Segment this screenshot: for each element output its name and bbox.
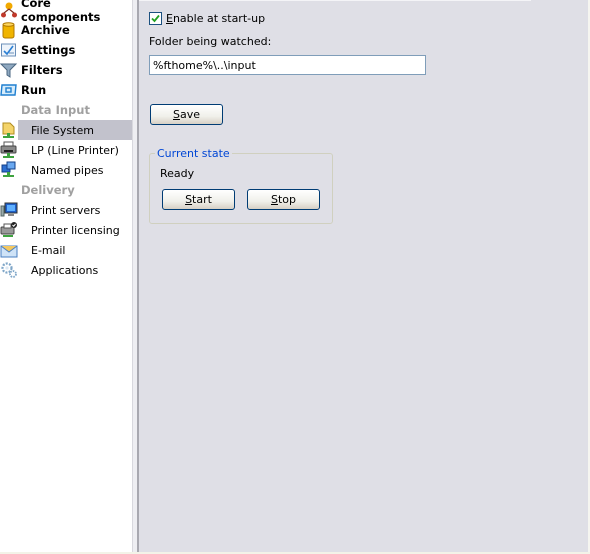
top-highlight-line — [139, 0, 531, 1]
checkbox-box[interactable] — [149, 12, 162, 25]
sidebar-item-label: File System — [31, 123, 94, 137]
sidebar-item-run[interactable]: Run — [0, 80, 132, 100]
button-label: top — [277, 193, 296, 206]
run-icon — [0, 81, 18, 99]
archive-icon — [0, 21, 18, 39]
printer-licensing-icon — [0, 221, 18, 239]
sidebar-item-label: Archive — [21, 23, 70, 37]
button-label: ave — [179, 108, 200, 121]
start-button[interactable]: Start — [162, 189, 235, 210]
label-text: nable at start-up — [172, 12, 266, 25]
current-state-title: Current state — [155, 147, 232, 160]
print-server-icon — [0, 201, 18, 219]
sidebar-item-label: Printer licensing — [31, 223, 120, 237]
enable-at-startup-label: Enable at start-up — [166, 12, 265, 25]
sidebar-group-delivery: Delivery — [21, 183, 75, 197]
save-button[interactable]: Save — [150, 104, 223, 125]
sidebar-item-printer-licensing[interactable]: Printer licensing — [0, 220, 132, 240]
settings-icon — [0, 41, 18, 59]
sidebar-item-label: Applications — [31, 263, 99, 277]
checkmark-icon — [151, 14, 160, 23]
sidebar-item-filters[interactable]: Filters — [0, 60, 132, 80]
mnemonic-letter: S — [270, 193, 278, 206]
sidebar-item-file-system[interactable]: File System — [0, 120, 132, 140]
sidebar-item-named-pipes[interactable]: Named pipes — [0, 160, 132, 180]
printer-icon — [0, 141, 18, 159]
sidebar-item-label: Run — [21, 83, 47, 97]
sidebar-item-core-components[interactable]: Core components — [0, 0, 132, 24]
button-label: tart — [192, 193, 212, 206]
status-text: Ready — [160, 167, 195, 180]
enable-at-startup-checkbox[interactable]: Enable at start-up — [149, 12, 265, 25]
core-components-icon — [0, 1, 18, 19]
sidebar-item-label: Filters — [21, 63, 63, 77]
sidebar-item-label: LP (Line Printer) — [31, 143, 119, 157]
sidebar-item-label: E-mail — [31, 243, 66, 257]
sidebar: Core components Archive Settings Filters… — [0, 0, 132, 554]
mnemonic-letter: S — [185, 193, 193, 206]
named-pipes-icon — [0, 161, 18, 179]
mnemonic-letter: S — [172, 108, 180, 121]
main-panel — [139, 0, 588, 552]
email-icon — [0, 241, 18, 259]
sidebar-item-lp-line-printer[interactable]: LP (Line Printer) — [0, 140, 132, 160]
sidebar-group-data-input: Data Input — [21, 103, 90, 117]
stop-button[interactable]: Stop — [247, 189, 320, 210]
mnemonic-letter: E — [166, 12, 173, 25]
sidebar-item-label: Print servers — [31, 203, 101, 217]
applications-gear-icon — [0, 261, 18, 279]
file-system-icon — [0, 121, 18, 139]
sidebar-item-archive[interactable]: Archive — [0, 20, 132, 40]
sidebar-item-print-servers[interactable]: Print servers — [0, 200, 132, 220]
folder-watched-input[interactable] — [149, 55, 426, 75]
sidebar-splitter[interactable] — [132, 0, 139, 554]
sidebar-item-email[interactable]: E-mail — [0, 240, 132, 260]
sidebar-item-applications[interactable]: Applications — [0, 260, 132, 280]
sidebar-item-label: Named pipes — [31, 163, 104, 177]
sidebar-item-label: Settings — [21, 43, 76, 57]
sidebar-item-settings[interactable]: Settings — [0, 40, 132, 60]
filter-icon — [0, 61, 18, 79]
folder-watched-label: Folder being watched: — [149, 35, 272, 48]
